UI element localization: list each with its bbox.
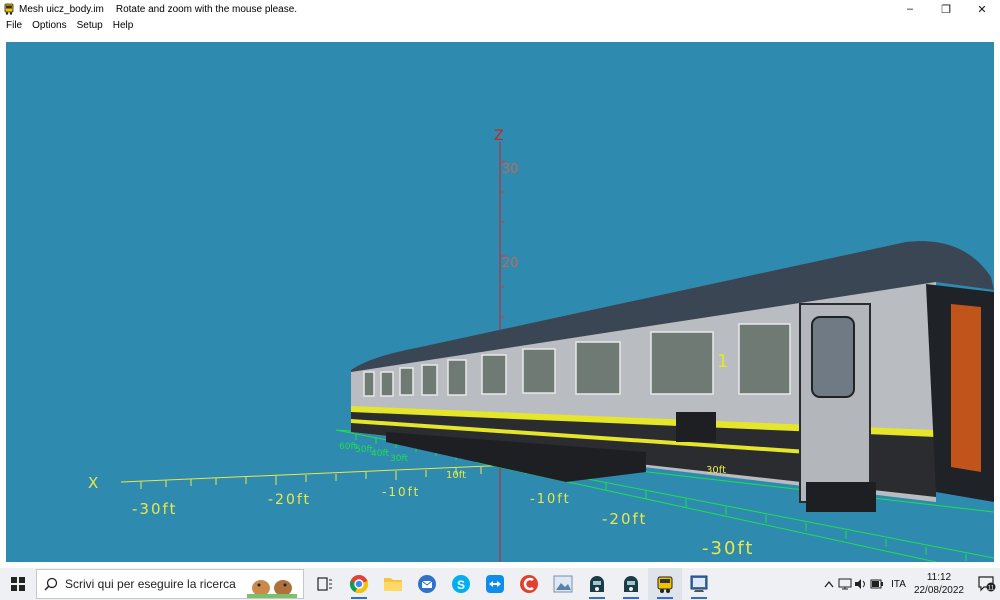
menu-setup[interactable]: Setup xyxy=(72,18,108,34)
system-tray: ITA 11:12 22/08/2022 11 xyxy=(821,568,1000,600)
minimize-button[interactable]: – xyxy=(892,0,928,18)
search-highlight-art xyxy=(247,580,297,598)
coach-30ft-label: 30ft xyxy=(706,465,726,476)
clock-time: 11:12 xyxy=(926,572,952,583)
photos-icon[interactable] xyxy=(546,568,580,600)
window-hint: Rotate and zoom with the mouse please. xyxy=(115,3,298,15)
chrome-icon[interactable] xyxy=(342,568,376,600)
z-axis-ticks xyxy=(500,161,506,318)
z-tick-20: 20 xyxy=(502,256,519,271)
search-icon xyxy=(37,577,65,591)
ccleaner-icon[interactable] xyxy=(512,568,546,600)
train-app-icon xyxy=(4,3,14,15)
title-bar: Mesh uicz_body.im Rotate and zoom with t… xyxy=(0,0,1000,18)
network-icon[interactable] xyxy=(837,568,853,600)
x-tick-10: 10ft xyxy=(446,470,466,481)
menu-help[interactable]: Help xyxy=(108,18,139,34)
coach-step-box xyxy=(676,412,716,442)
z-axis-label: Z xyxy=(494,128,504,144)
x-axis-label: X xyxy=(88,474,98,492)
trainz-icon[interactable] xyxy=(580,568,614,600)
clock-date: 22/08/2022 xyxy=(913,585,964,596)
x-tick-neg20: -20ft xyxy=(268,492,311,508)
battery-icon[interactable] xyxy=(869,568,885,600)
x-tick-neg20-right: -20ft xyxy=(602,510,647,528)
start-button[interactable] xyxy=(0,568,36,600)
y-tick-40ft: 40ft xyxy=(371,449,389,459)
3d-viewport[interactable]: Z 30 20 X -30ft -20ft -10ft 10ft 60ft 50… xyxy=(6,42,994,562)
coach-door-window xyxy=(811,316,855,398)
language-indicator[interactable]: ITA xyxy=(891,579,906,590)
teamviewer-icon[interactable] xyxy=(478,568,512,600)
coach-bogie xyxy=(806,482,876,512)
notification-count: 11 xyxy=(988,585,995,591)
search-box[interactable]: Scrivi qui per eseguire la ricerca xyxy=(36,569,304,599)
windows-logo-icon xyxy=(11,577,25,591)
menu-bar: File Options Setup Help xyxy=(0,18,1000,34)
x-tick-neg30-right: -30ft xyxy=(702,538,754,559)
settings-tool-icon[interactable] xyxy=(682,568,716,600)
first-class-marker: 1 xyxy=(717,351,728,372)
y-tick-30ft: 30ft xyxy=(390,454,408,464)
taskbar: Scrivi qui per eseguire la ricerca S ITA… xyxy=(0,568,1000,600)
thunderbird-icon[interactable] xyxy=(410,568,444,600)
mesh-viewer-icon[interactable] xyxy=(648,568,682,600)
taskbar-apps: S xyxy=(308,568,716,600)
x-tick-neg30: -30ft xyxy=(132,500,177,518)
notification-icon[interactable]: 11 xyxy=(974,568,1000,600)
skype-icon[interactable]: S xyxy=(444,568,478,600)
close-button[interactable]: ✕ xyxy=(964,0,1000,18)
window-controls: – ❐ ✕ xyxy=(892,0,1000,18)
svg-text:S: S xyxy=(457,578,465,592)
menu-options[interactable]: Options xyxy=(27,18,71,34)
file-explorer-icon[interactable] xyxy=(376,568,410,600)
task-view-icon[interactable] xyxy=(308,568,342,600)
scene-canvas[interactable]: Z 30 20 X -30ft -20ft -10ft 10ft 60ft 50… xyxy=(6,42,994,562)
volume-icon[interactable] xyxy=(853,568,869,600)
z-tick-30: 30 xyxy=(502,162,519,177)
restore-button[interactable]: ❐ xyxy=(928,0,964,18)
chevron-up-icon[interactable] xyxy=(821,568,837,600)
clock[interactable]: 11:12 22/08/2022 xyxy=(914,571,964,597)
x-axis-ticks xyxy=(140,467,482,489)
x-tick-neg10: -10ft xyxy=(382,485,420,499)
trainz-icon-2[interactable] xyxy=(614,568,648,600)
window-title: Mesh uicz_body.im xyxy=(19,3,104,15)
search-placeholder: Scrivi qui per eseguire la ricerca xyxy=(65,577,236,591)
x-tick-neg10-right: -10ft xyxy=(530,492,571,507)
adjacent-coach-interior xyxy=(951,304,981,472)
menu-file[interactable]: File xyxy=(0,18,27,34)
